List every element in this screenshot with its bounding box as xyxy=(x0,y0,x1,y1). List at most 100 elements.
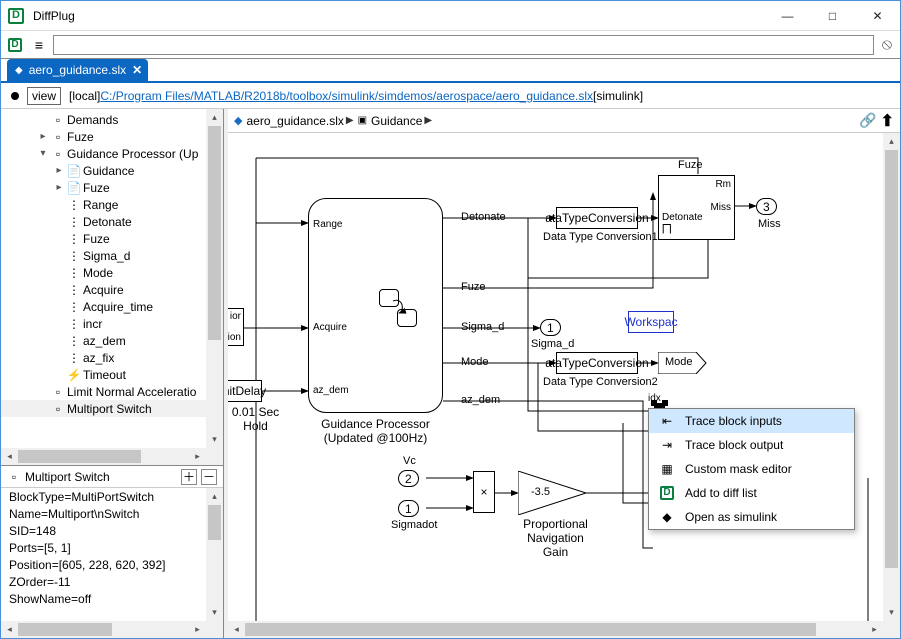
tree-item[interactable]: ⋮Mode xyxy=(1,264,206,281)
block-fuze[interactable]: Rm Miss Detonate ⨅ xyxy=(658,175,735,240)
breadcrumb-current[interactable]: Guidance▶ xyxy=(371,114,432,128)
close-icon: ✕ xyxy=(872,9,882,23)
block-dtc1[interactable]: ataTypeConversion xyxy=(556,207,638,229)
gain-label: ProportionalNavigationGain xyxy=(523,517,588,559)
view-mode-label: view xyxy=(32,89,56,103)
props-hscrollbar[interactable]: ◂ ▸ xyxy=(1,621,206,638)
properties-list[interactable]: BlockType=MultiPortSwitchName=Multiport\… xyxy=(1,488,206,621)
scroll-up-icon[interactable]: ▴ xyxy=(883,133,900,150)
menu-item[interactable]: ⇤Trace block inputs xyxy=(649,409,854,433)
tree-item[interactable]: ⋮Range xyxy=(1,196,206,213)
props-vscrollbar[interactable]: ▴ ▾ xyxy=(206,488,223,621)
block-conversion-clipped[interactable]: ior ersion xyxy=(228,308,244,346)
diagram-canvas[interactable]: ior ersion nitDelay 0.01 SecHold Range A… xyxy=(228,133,900,638)
tree-vscrollbar[interactable]: ▴ ▾ xyxy=(206,109,223,448)
tree-item[interactable]: ⚡Timeout xyxy=(1,366,206,383)
tree-item[interactable]: ⋮Sigma_d xyxy=(1,247,206,264)
tree-expander-icon[interactable]: ▸ xyxy=(37,131,49,142)
tree-item[interactable]: ⋮az_dem xyxy=(1,332,206,349)
block-dtc2[interactable]: ataTypeConversion xyxy=(556,352,638,374)
canvas-hscrollbar[interactable]: ◂ ▸ xyxy=(228,621,883,638)
tab-close-button[interactable]: ✕ xyxy=(132,63,142,77)
block-gain[interactable] xyxy=(518,471,588,515)
properties-collapse-button[interactable]: － xyxy=(201,469,217,485)
tree-item[interactable]: ▫Limit Normal Acceleratio xyxy=(1,383,206,400)
file-tab[interactable]: ◆ aero_guidance.slx ✕ xyxy=(7,59,148,81)
block-to-workspace[interactable]: Workspac xyxy=(628,311,674,333)
minimize-button[interactable]: — xyxy=(765,1,810,30)
canvas-vscrollbar[interactable]: ▴ ▾ xyxy=(883,133,900,621)
selection-handle[interactable] xyxy=(662,400,668,406)
view-mode-chip[interactable]: view xyxy=(27,87,61,105)
tree-item[interactable]: ⋮Acquire xyxy=(1,281,206,298)
tree-hscrollbar[interactable]: ◂ ▸ xyxy=(1,448,206,465)
canvas-vscroll-thumb[interactable] xyxy=(885,150,898,568)
subsystem-icon: ▣ xyxy=(358,115,367,126)
scroll-left-icon[interactable]: ◂ xyxy=(1,621,18,638)
tree-item-label: az_dem xyxy=(83,334,126,348)
var-icon: ⋮ xyxy=(67,232,81,246)
scroll-up-icon[interactable]: ▴ xyxy=(206,109,223,126)
file-path-link[interactable]: C:/Program Files/MATLAB/R2018b/toolbox/s… xyxy=(100,89,593,103)
tree-item[interactable]: ▸▫Fuze xyxy=(1,128,206,145)
tree-hscroll-thumb[interactable] xyxy=(18,450,141,463)
props-hscroll-thumb[interactable] xyxy=(18,623,112,636)
menu-item[interactable]: DAdd to diff list xyxy=(649,481,854,505)
menu-item[interactable]: ⇥Trace block output xyxy=(649,433,854,457)
tree-item[interactable]: ▾▫Guidance Processor (Up xyxy=(1,145,206,162)
tree-item[interactable]: ⋮Detonate xyxy=(1,213,206,230)
tree-vscroll-thumb[interactable] xyxy=(208,126,221,340)
menu-item[interactable]: ◆Open as simulink xyxy=(649,505,854,529)
scroll-down-icon[interactable]: ▾ xyxy=(206,604,223,621)
block-unit-delay[interactable]: nitDelay xyxy=(228,380,262,402)
scroll-left-icon[interactable]: ◂ xyxy=(228,621,245,638)
block-guidance-processor[interactable]: Range Acquire az_dem xyxy=(308,198,443,413)
close-button[interactable]: ✕ xyxy=(855,1,900,30)
tree-item[interactable]: ⋮incr xyxy=(1,315,206,332)
menu-item[interactable]: ▦Custom mask editor xyxy=(649,457,854,481)
tree-item[interactable]: ▫Multiport Switch xyxy=(1,400,206,417)
tree-expander-icon[interactable]: ▸ xyxy=(53,182,65,193)
scroll-right-icon[interactable]: ▸ xyxy=(866,621,883,638)
context-menu[interactable]: ⇤Trace block inputs⇥Trace block output▦C… xyxy=(648,408,855,530)
diff-icon: D xyxy=(659,485,675,501)
property-row: ZOrder=-11 xyxy=(9,575,198,592)
scroll-up-icon[interactable]: ▴ xyxy=(206,488,223,505)
outport-miss[interactable]: 3 xyxy=(756,198,777,215)
inport-vc[interactable]: 2 xyxy=(398,470,419,487)
scroll-left-icon[interactable]: ◂ xyxy=(1,448,18,465)
address-input[interactable] xyxy=(53,35,874,55)
tree-item[interactable]: ⋮az_fix xyxy=(1,349,206,366)
selection-handle[interactable] xyxy=(651,400,657,406)
properties-header: ▫ Multiport Switch ＋ － xyxy=(1,466,223,488)
block-product[interactable]: × xyxy=(473,471,495,513)
scroll-right-icon[interactable]: ▸ xyxy=(189,621,206,638)
tree-item[interactable]: ▫Demands xyxy=(1,111,206,128)
tree-expander-icon[interactable]: ▸ xyxy=(53,165,65,176)
outport-sigma[interactable]: 1 xyxy=(540,319,561,336)
port-rm: Rm xyxy=(715,179,731,190)
home-button[interactable]: D xyxy=(5,35,25,55)
tree-vscroll-track[interactable] xyxy=(206,126,223,431)
tree-item-label: Limit Normal Acceleratio xyxy=(67,385,196,399)
tree-item[interactable]: ⋮Fuze xyxy=(1,230,206,247)
properties-expand-button[interactable]: ＋ xyxy=(181,469,197,485)
property-row: ShowName=off xyxy=(9,592,198,609)
canvas-hscroll-thumb[interactable] xyxy=(245,623,816,636)
scroll-down-icon[interactable]: ▾ xyxy=(883,604,900,621)
tree-item[interactable]: ▸📄Fuze xyxy=(1,179,206,196)
tree-expander-icon[interactable]: ▾ xyxy=(37,148,49,159)
menu-button[interactable]: ≡ xyxy=(29,35,49,55)
scroll-down-icon[interactable]: ▾ xyxy=(206,431,223,448)
link-icon[interactable]: 🔗 xyxy=(859,112,876,129)
tree-hscroll-track[interactable] xyxy=(18,448,189,465)
inport-sigmadot[interactable]: 1 xyxy=(398,500,419,517)
tree-item[interactable]: ⋮Acquire_time xyxy=(1,298,206,315)
up-arrow-icon[interactable]: ⬆ xyxy=(881,111,894,131)
breadcrumb-root[interactable]: aero_guidance.slx▶ xyxy=(246,114,353,128)
scroll-right-icon[interactable]: ▸ xyxy=(189,448,206,465)
maximize-button[interactable]: □ xyxy=(810,1,855,30)
props-vscroll-thumb[interactable] xyxy=(208,505,221,540)
tree-item[interactable]: ▸📄Guidance xyxy=(1,162,206,179)
model-tree[interactable]: ▫Demands▸▫Fuze▾▫Guidance Processor (Up▸📄… xyxy=(1,109,206,448)
